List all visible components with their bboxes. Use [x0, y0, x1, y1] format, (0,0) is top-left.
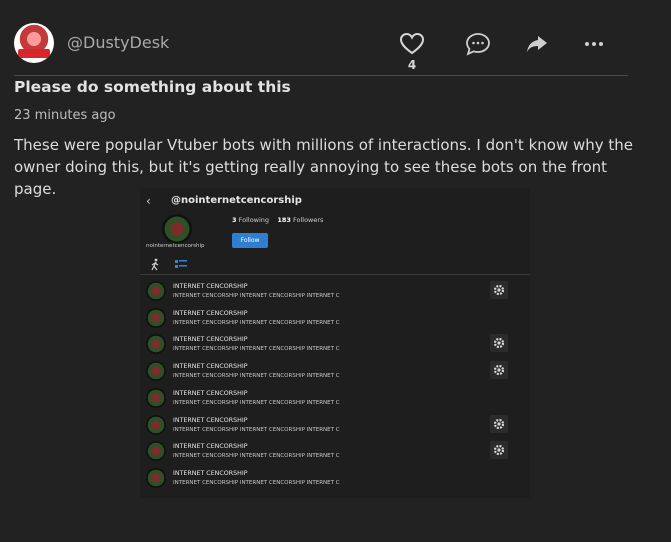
bot-avatar — [146, 467, 166, 488]
list-item: INTERNET CENCORSHIP INTERNET CENCORSHIP I… — [140, 412, 530, 438]
profile-tabs — [140, 255, 530, 275]
bot-subtitle: INTERNET CENCORSHIP INTERNET CENCORSHIP … — [173, 319, 340, 326]
bot-title: INTERNET CENCORSHIP — [173, 336, 248, 344]
post-timestamp: 23 minutes ago — [14, 108, 116, 123]
avatar-badge — [18, 49, 50, 58]
gear-icon — [490, 334, 508, 353]
avatar[interactable] — [14, 23, 54, 63]
more-icon[interactable] — [581, 32, 607, 56]
bot-subtitle: INTERNET CENCORSHIP INTERNET CENCORSHIP … — [173, 399, 340, 406]
list-item: INTERNET CENCORSHIP INTERNET CENCORSHIP I… — [140, 465, 530, 491]
person-walking-icon — [151, 258, 159, 271]
bot-avatar — [146, 387, 166, 408]
profile-name: nointernetcencorship — [146, 243, 205, 249]
bot-subtitle: INTERNET CENCORSHIP INTERNET CENCORSHIP … — [173, 453, 340, 460]
profile-handle: @nointernetcencorship — [171, 195, 302, 206]
username[interactable]: @DustyDesk — [67, 33, 169, 52]
post-title: Please do something about this — [14, 78, 291, 96]
bot-title: INTERNET CENCORSHIP — [173, 363, 248, 371]
list-item: INTERNET CENCORSHIP INTERNET CENCORSHIP I… — [140, 278, 530, 304]
bot-subtitle: INTERNET CENCORSHIP INTERNET CENCORSHIP … — [173, 346, 340, 353]
gear-icon — [490, 414, 508, 433]
bot-subtitle: INTERNET CENCORSHIP INTERNET CENCORSHIP … — [173, 293, 340, 299]
bot-title: INTERNET CENCORSHIP — [173, 389, 248, 397]
follow-button: Follow — [232, 233, 268, 248]
gear-icon — [490, 441, 508, 460]
following-count: 3 — [232, 216, 237, 224]
bot-title: INTERNET CENCORSHIP — [173, 416, 248, 424]
bot-avatar — [146, 361, 166, 382]
like-count: 4 — [407, 58, 417, 72]
bot-avatar — [146, 441, 166, 462]
profile-avatar — [162, 214, 192, 244]
back-arrow-icon: ‹ — [146, 194, 151, 208]
bot-subtitle: INTERNET CENCORSHIP INTERNET CENCORSHIP … — [173, 479, 340, 486]
gear-icon — [490, 281, 508, 299]
bot-avatar — [146, 281, 166, 301]
list-item: INTERNET CENCORSHIP INTERNET CENCORSHIP I… — [140, 438, 530, 464]
list-icon — [175, 260, 187, 268]
list-item: INTERNET CENCORSHIP INTERNET CENCORSHIP I… — [140, 331, 530, 357]
bot-avatar — [146, 307, 166, 328]
bot-avatar — [146, 414, 166, 435]
profile-stats: 3 Following 183 Followers — [232, 216, 323, 224]
list-item: INTERNET CENCORSHIP INTERNET CENCORSHIP I… — [140, 385, 530, 411]
post-header: @DustyDesk 4 — [0, 0, 671, 76]
embedded-screenshot[interactable]: ‹ @nointernetcencorship nointernetcencor… — [140, 188, 530, 498]
bot-title: INTERNET CENCORSHIP — [173, 443, 248, 451]
list-item: INTERNET CENCORSHIP INTERNET CENCORSHIP I… — [140, 305, 530, 331]
gear-icon — [490, 361, 508, 380]
heart-icon[interactable] — [399, 32, 425, 56]
share-icon[interactable] — [524, 32, 550, 56]
list-item: INTERNET CENCORSHIP INTERNET CENCORSHIP I… — [140, 358, 530, 384]
bot-title: INTERNET CENCORSHIP — [173, 283, 248, 290]
followers-label: Followers — [292, 216, 324, 224]
divider — [14, 75, 628, 76]
followers-count: 183 — [277, 216, 291, 224]
bot-title: INTERNET CENCORSHIP — [173, 469, 248, 477]
bot-title: INTERNET CENCORSHIP — [173, 309, 248, 317]
bot-subtitle: INTERNET CENCORSHIP INTERNET CENCORSHIP … — [173, 426, 340, 433]
comment-icon[interactable] — [465, 32, 491, 56]
bot-subtitle: INTERNET CENCORSHIP INTERNET CENCORSHIP … — [173, 373, 340, 380]
following-label: Following — [238, 216, 270, 224]
bot-avatar — [146, 334, 166, 355]
